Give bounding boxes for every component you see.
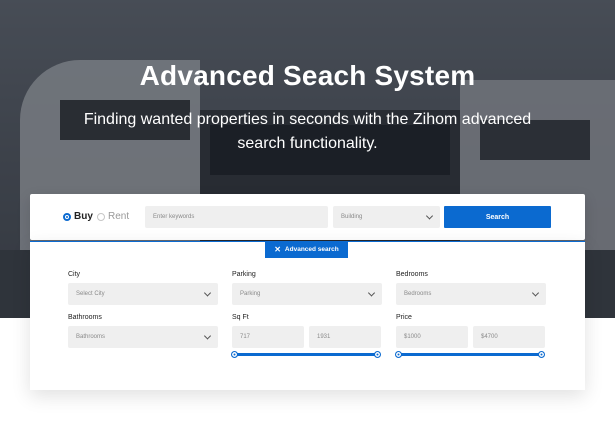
chevron-down-icon: [531, 289, 540, 297]
radio-rent[interactable]: Rent: [97, 211, 129, 222]
property-type-value: Building: [341, 214, 363, 220]
sqft-min-handle[interactable]: [231, 351, 238, 358]
radio-rent-label: Rent: [108, 211, 130, 222]
property-type-select[interactable]: Building: [333, 206, 440, 228]
price-range-track[interactable]: [399, 353, 542, 356]
parking-value: Parking: [240, 291, 261, 297]
advanced-search-panel: ✕ Advanced search City Select City Parki…: [30, 241, 585, 390]
city-select[interactable]: Select City: [68, 283, 218, 305]
bedrooms-select[interactable]: Bedrooms: [396, 283, 546, 305]
sqft-min-value: 717: [240, 334, 251, 340]
sqft-max-handle[interactable]: [374, 351, 381, 358]
radio-buy[interactable]: Buy: [63, 211, 93, 222]
advanced-search-toggle[interactable]: ✕ Advanced search: [265, 241, 348, 258]
keyword-input[interactable]: Enter keywords: [145, 206, 328, 228]
close-icon: ✕: [274, 245, 281, 254]
sqft-range-track[interactable]: [235, 353, 378, 356]
chevron-down-icon: [203, 332, 212, 340]
sqft-label: Sq Ft: [232, 314, 249, 321]
sqft-min-input[interactable]: 717: [232, 326, 304, 348]
keyword-placeholder: Enter keywords: [153, 214, 195, 220]
chevron-down-icon: [425, 212, 434, 220]
bedrooms-value: Bedrooms: [404, 291, 432, 297]
sqft-max-input[interactable]: 1931: [309, 326, 381, 348]
price-min-input[interactable]: $1000: [396, 326, 468, 348]
price-label: Price: [396, 314, 412, 321]
page-subtitle: Finding wanted properties in seconds wit…: [83, 111, 532, 152]
price-min-handle[interactable]: [395, 351, 402, 358]
price-min-value: $1000: [404, 334, 421, 340]
sqft-max-value: 1931: [317, 334, 331, 340]
parking-select[interactable]: Parking: [232, 283, 382, 305]
parking-label: Parking: [232, 271, 256, 278]
bathrooms-select[interactable]: Bathrooms: [68, 326, 218, 348]
radio-unselected-icon: [97, 212, 105, 221]
price-max-handle[interactable]: [538, 351, 545, 358]
city-label: City: [68, 271, 81, 278]
page-title: Advanced Seach System: [139, 60, 476, 91]
advanced-search-label: Advanced search: [284, 246, 339, 253]
search-bar: Buy Rent Enter keywords Building Search: [30, 194, 585, 240]
radio-buy-label: Buy: [74, 211, 93, 222]
city-value: Select City: [76, 291, 105, 297]
radio-selected-icon: [63, 212, 71, 221]
bathrooms-label: Bathrooms: [68, 314, 102, 321]
chevron-down-icon: [367, 289, 376, 297]
search-button[interactable]: Search: [444, 206, 551, 228]
bedrooms-label: Bedrooms: [396, 271, 428, 278]
price-max-input[interactable]: $4700: [473, 326, 545, 348]
chevron-down-icon: [203, 289, 212, 297]
price-max-value: $4700: [481, 334, 498, 340]
bathrooms-value: Bathrooms: [76, 334, 106, 340]
